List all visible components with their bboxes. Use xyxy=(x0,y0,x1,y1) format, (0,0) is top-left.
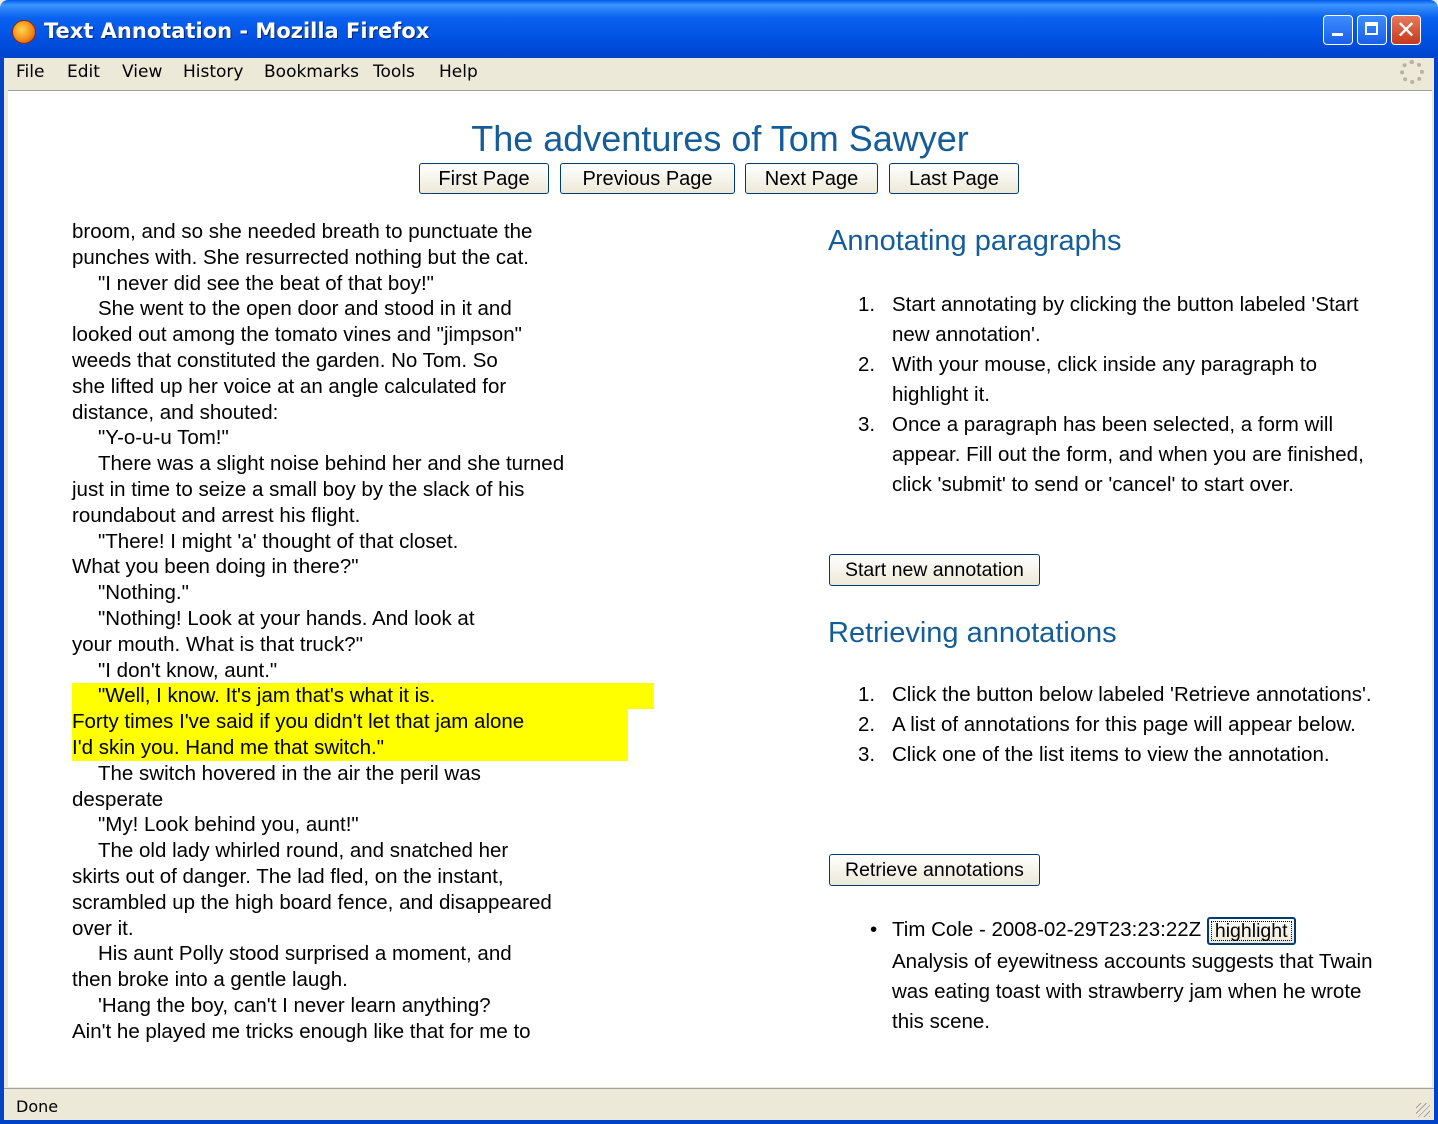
text-line: Ain't he played me tricks enough like th… xyxy=(72,1019,531,1043)
text-line: scrambled up the high board fence, and d… xyxy=(72,890,552,914)
status-text: Done xyxy=(16,1097,59,1116)
list-item: 3. Once a paragraph has been selected, a … xyxy=(858,413,1364,496)
text-line: The old lady whirled round, and snatched… xyxy=(98,839,509,863)
text-line: distance, and shouted: xyxy=(72,400,279,424)
throbber-icon xyxy=(1400,60,1424,84)
list-item: 1. Start annotating by clicking the butto… xyxy=(858,293,1359,346)
bullet-icon: • xyxy=(870,918,878,941)
text-line: weeds that constituted the garden. No To… xyxy=(72,348,498,372)
annotation-header: Tim Cole - 2008-02-29T23:23:22Z xyxy=(892,918,1202,941)
first-page-button[interactable]: First Page xyxy=(419,163,549,194)
window-title: Text Annotation - Mozilla Firefox xyxy=(44,19,430,43)
list-item: 3. Click one of the list items to view th… xyxy=(858,743,1330,766)
book-text[interactable]: broom, and so she needed breath to punct… xyxy=(72,219,654,1045)
text-line: "Nothing! Look at your hands. And look a… xyxy=(98,606,475,630)
text-line: The switch hovered in the air the peril … xyxy=(98,761,481,785)
text-line: then broke into a gentle laugh. xyxy=(72,968,348,992)
text-line: "My! Look behind you, aunt!" xyxy=(98,813,359,837)
text-line: "I don't know, aunt." xyxy=(98,658,278,682)
last-page-button[interactable]: Last Page xyxy=(889,163,1019,194)
text-line: His aunt Polly stood surprised a moment,… xyxy=(98,942,512,966)
annotation-item[interactable]: • Tim Cole - 2008-02-29T23:23:22Z highli… xyxy=(870,915,1390,1037)
text-line: broom, and so she needed breath to punct… xyxy=(72,220,533,243)
text-line: punches with. She resurrected nothing bu… xyxy=(72,245,529,269)
text-line: desperate xyxy=(72,787,164,811)
annotating-heading: Annotating paragraphs xyxy=(828,225,1122,257)
text-line: roundabout and arrest his flight. xyxy=(72,503,361,527)
list-item: 1. Click the button below labeled 'Retrie… xyxy=(858,683,1372,706)
menu-bar: File Edit View History Bookmarks Tools H… xyxy=(4,58,1434,88)
window-frame-left xyxy=(0,58,4,1124)
text-line: "There! I might 'a' thought of that clos… xyxy=(98,529,459,553)
minimize-icon xyxy=(1332,33,1343,36)
browser-window: Text Annotation - Mozilla Firefox ✕ File… xyxy=(0,0,1438,1124)
menu-edit[interactable]: Edit xyxy=(67,62,100,82)
title-bar[interactable]: Text Annotation - Mozilla Firefox ✕ xyxy=(0,0,1438,58)
previous-page-button[interactable]: Previous Page xyxy=(560,163,735,194)
list-item: 2. With your mouse, click inside any para… xyxy=(858,353,1318,406)
annotation-body: Analysis of eyewitness accounts suggests… xyxy=(892,950,1373,1033)
list-item: 2. A list of annotations for this page wi… xyxy=(858,713,1356,736)
text-line: skirts out of danger. The lad fled, on t… xyxy=(72,864,504,888)
text-line: just in time to seize a small boy by the… xyxy=(72,477,525,501)
retrieving-heading: Retrieving annotations xyxy=(828,617,1117,649)
retrieving-steps: 1. Click the button below labeled 'Retrie… xyxy=(858,680,1398,770)
page-title: The adventures of Tom Sawyer xyxy=(471,118,969,159)
close-icon: ✕ xyxy=(1396,16,1417,44)
highlighted-text-line: "Well, I know. It's jam that's what it i… xyxy=(72,683,654,710)
text-line: looked out among the tomato vines and "j… xyxy=(72,323,522,347)
highlight-button[interactable]: highlight xyxy=(1206,916,1296,945)
resize-grip-icon[interactable] xyxy=(1416,1103,1430,1117)
menu-file[interactable]: File xyxy=(16,62,44,82)
maximize-button[interactable] xyxy=(1357,15,1387,45)
text-line: "I never did see the beat of that boy!" xyxy=(98,271,434,295)
maximize-icon xyxy=(1365,22,1378,35)
highlighted-text-line: I'd skin you. Hand me that switch." xyxy=(72,734,628,761)
status-bar: Done xyxy=(4,1088,1434,1121)
text-line: over it. xyxy=(72,916,134,940)
text-line: "Nothing." xyxy=(98,581,189,605)
text-line: your mouth. What is that truck?" xyxy=(72,632,363,656)
retrieve-annotations-button[interactable]: Retrieve annotations xyxy=(829,854,1040,886)
window-frame-right xyxy=(1434,58,1438,1124)
firefox-logo-icon xyxy=(12,20,36,44)
text-line: she lifted up her voice at an angle calc… xyxy=(72,374,507,398)
text-line: What you been doing in there?" xyxy=(72,555,359,579)
text-line: 'Hang the boy, can't I never learn anyth… xyxy=(98,993,491,1017)
text-line: There was a slight noise behind her and … xyxy=(98,452,565,476)
close-window-button[interactable]: ✕ xyxy=(1391,15,1421,45)
menu-help[interactable]: Help xyxy=(439,62,478,82)
menu-view[interactable]: View xyxy=(122,62,162,82)
menu-bookmarks[interactable]: Bookmarks xyxy=(264,62,359,82)
window-frame-bottom xyxy=(0,1120,1438,1124)
menu-history[interactable]: History xyxy=(183,62,243,82)
annotating-steps: 1. Start annotating by clicking the butto… xyxy=(858,290,1398,500)
text-line: "Y-o-u-u Tom!" xyxy=(98,426,229,450)
next-page-button[interactable]: Next Page xyxy=(745,163,878,194)
minimize-button[interactable] xyxy=(1323,15,1353,45)
text-line: She went to the open door and stood in i… xyxy=(98,297,512,321)
annotation-list: • Tim Cole - 2008-02-29T23:23:22Z highli… xyxy=(870,915,1390,1037)
start-new-annotation-button[interactable]: Start new annotation xyxy=(829,554,1040,586)
menu-tools[interactable]: Tools xyxy=(373,62,415,82)
highlighted-text-line: Forty times I've said if you didn't let … xyxy=(72,709,628,735)
page-content: The adventures of Tom Sawyer First Page … xyxy=(8,90,1432,1087)
